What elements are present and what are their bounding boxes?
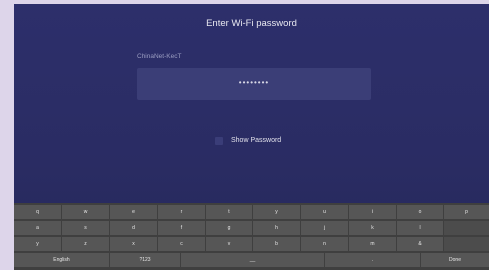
key-f[interactable]: f: [158, 221, 205, 235]
key-k[interactable]: k: [349, 221, 396, 235]
key-p[interactable]: p: [444, 205, 489, 219]
key-ampersand[interactable]: &: [397, 237, 443, 251]
key-language[interactable]: English: [14, 253, 109, 267]
key-u[interactable]: u: [301, 205, 348, 219]
key-z[interactable]: z: [62, 237, 109, 251]
key-n[interactable]: n: [301, 237, 348, 251]
key-period[interactable]: .: [325, 253, 420, 267]
show-password-checkbox[interactable]: [215, 137, 223, 145]
key-e[interactable]: e: [110, 205, 157, 219]
key-l[interactable]: l: [397, 221, 443, 235]
key-i[interactable]: i: [349, 205, 396, 219]
key-b[interactable]: b: [253, 237, 300, 251]
key-j[interactable]: j: [301, 221, 348, 235]
key-q[interactable]: q: [14, 205, 61, 219]
key-symbols[interactable]: ?123: [110, 253, 180, 267]
key-backspace[interactable]: [444, 221, 489, 235]
key-w[interactable]: w: [62, 205, 109, 219]
on-screen-keyboard: q w e r t y u i o p a s d f g h j k l y …: [14, 203, 489, 270]
key-a[interactable]: a: [14, 221, 61, 235]
key-space[interactable]: __: [181, 253, 324, 267]
key-enter[interactable]: [444, 237, 489, 251]
key-y[interactable]: y: [253, 205, 300, 219]
key-o[interactable]: o: [397, 205, 443, 219]
key-t[interactable]: t: [206, 205, 252, 219]
key-m[interactable]: m: [349, 237, 396, 251]
password-input[interactable]: ••••••••: [137, 68, 371, 100]
key-y-lower[interactable]: y: [14, 237, 61, 251]
dialog-title: Enter Wi-Fi password: [206, 18, 297, 29]
password-value: ••••••••: [238, 78, 270, 87]
key-r[interactable]: r: [158, 205, 205, 219]
key-g[interactable]: g: [206, 221, 252, 235]
key-h[interactable]: h: [253, 221, 300, 235]
wifi-password-screen: Enter Wi-Fi password ChinaNet-KecT •••••…: [14, 4, 489, 270]
network-name: ChinaNet-KecT: [137, 53, 182, 60]
key-done[interactable]: Done: [421, 253, 489, 267]
key-x[interactable]: x: [110, 237, 157, 251]
key-v[interactable]: v: [206, 237, 252, 251]
key-s[interactable]: s: [62, 221, 109, 235]
key-d[interactable]: d: [110, 221, 157, 235]
key-c[interactable]: c: [158, 237, 205, 251]
show-password-label: Show Password: [231, 137, 282, 144]
